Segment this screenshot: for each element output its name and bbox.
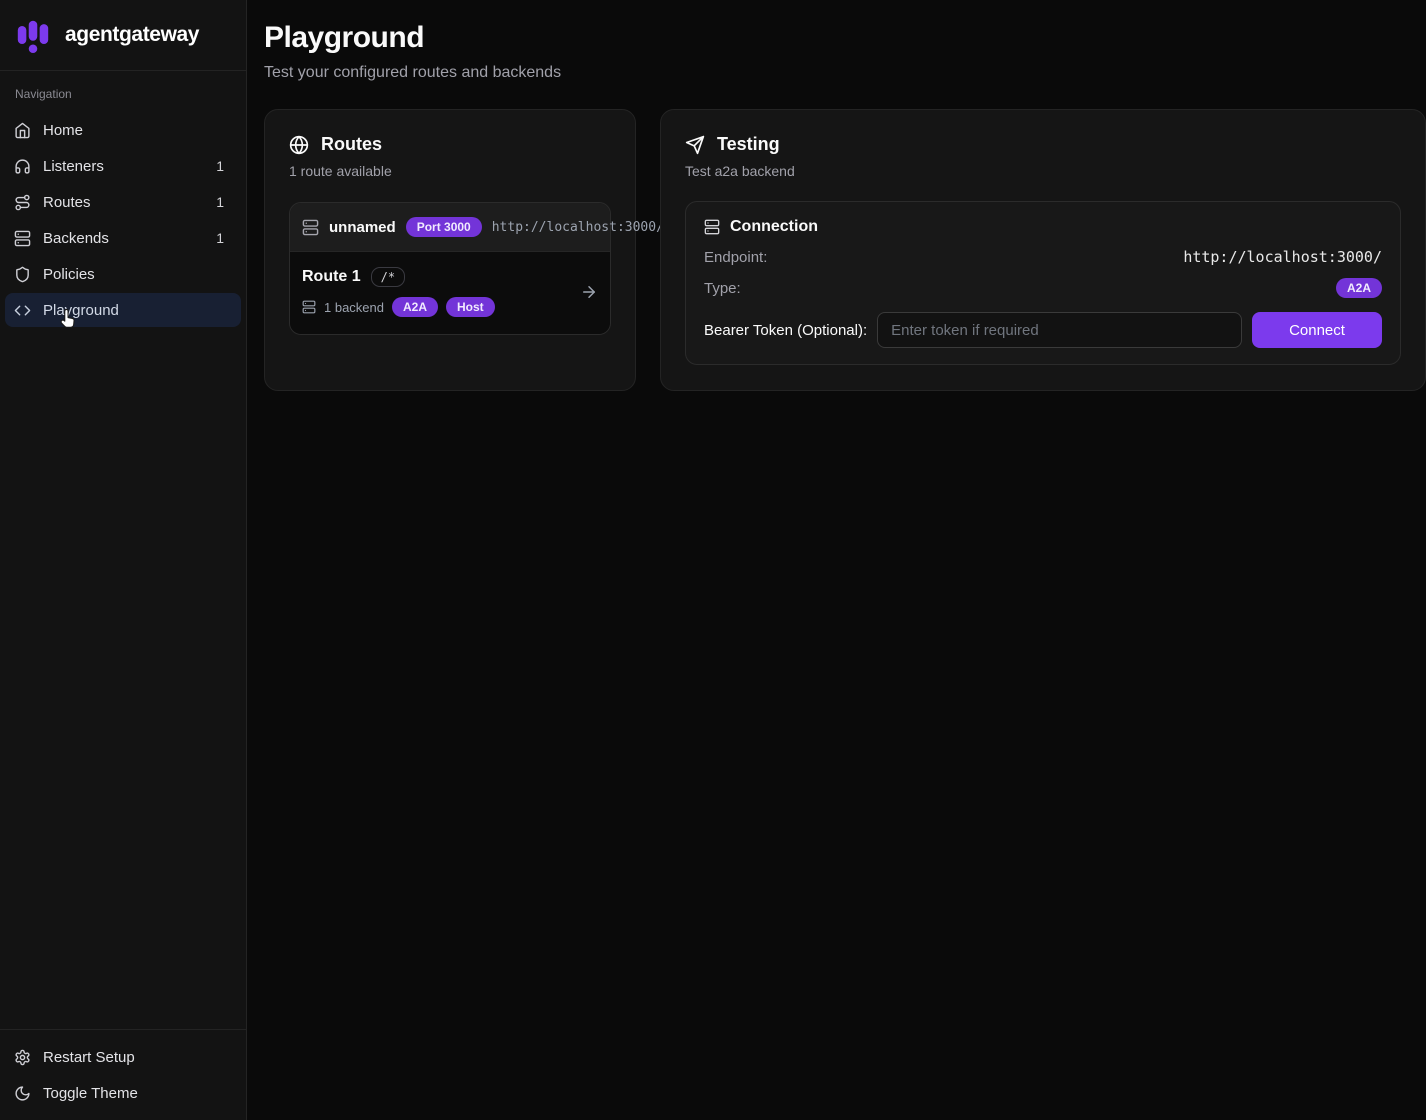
cards-row: Routes 1 route available unnamed Port 30…: [264, 109, 1426, 391]
sidebar-item-backends[interactable]: Backends 1: [5, 221, 241, 255]
sidebar-item-policies[interactable]: Policies: [5, 257, 241, 291]
connection-header: Connection: [704, 218, 1382, 236]
sidebar-item-label: Backends: [43, 230, 109, 247]
bearer-token-row: Bearer Token (Optional): Connect: [704, 312, 1382, 348]
type-row: Type: A2A: [704, 278, 1382, 298]
route-path-badge: /*: [371, 267, 405, 287]
code-icon: [14, 302, 31, 319]
nav-section-label: Navigation: [5, 87, 241, 113]
toggle-theme-button[interactable]: Toggle Theme: [5, 1076, 241, 1110]
sidebar-nav: Navigation Home Listeners 1 Routes 1 Bac…: [0, 71, 246, 1029]
testing-card-subtitle: Test a2a backend: [685, 163, 1401, 179]
send-icon: [685, 135, 705, 155]
endpoint-value: http://localhost:3000/: [1183, 248, 1382, 266]
endpoint-label: Endpoint:: [704, 249, 767, 266]
restart-setup-button[interactable]: Restart Setup: [5, 1040, 241, 1074]
a2a-badge: A2A: [392, 297, 438, 317]
page-title: Playground: [264, 21, 1426, 55]
arrow-right-icon: [580, 283, 598, 301]
toggle-theme-label: Toggle Theme: [43, 1085, 138, 1102]
sidebar-item-label: Home: [43, 122, 83, 139]
page-subtitle: Test your configured routes and backends: [264, 64, 1426, 82]
testing-card: Testing Test a2a backend Connection Endp…: [660, 109, 1426, 391]
sidebar-item-label: Listeners: [43, 158, 104, 175]
sidebar-item-playground[interactable]: Playground: [5, 293, 241, 327]
listener-url: http://localhost:3000/: [492, 220, 664, 235]
host-badge: Host: [446, 297, 495, 317]
listener-group: unnamed Port 3000 http://localhost:3000/…: [289, 202, 611, 335]
listener-name: unnamed: [329, 219, 396, 236]
routes-card-title: Routes: [321, 134, 382, 155]
backends-count-badge: 1: [216, 230, 232, 246]
moon-icon: [14, 1085, 31, 1102]
sidebar-item-home[interactable]: Home: [5, 113, 241, 147]
server-icon: [302, 300, 316, 314]
connect-button[interactable]: Connect: [1252, 312, 1382, 348]
type-label: Type:: [704, 280, 741, 297]
routes-count-badge: 1: [216, 194, 232, 210]
sidebar: agentgateway Navigation Home Listeners 1…: [0, 0, 247, 1120]
home-icon: [14, 122, 31, 139]
route-meta: 1 backend A2A Host: [302, 297, 495, 317]
listeners-count-badge: 1: [216, 158, 232, 174]
routes-card: Routes 1 route available unnamed Port 30…: [264, 109, 636, 391]
sidebar-item-listeners[interactable]: Listeners 1: [5, 149, 241, 183]
route-info: Route 1 /* 1 backend A2A Host: [302, 267, 495, 317]
routes-card-header: Routes: [289, 134, 611, 155]
connection-title: Connection: [730, 218, 818, 236]
sidebar-item-routes[interactable]: Routes 1: [5, 185, 241, 219]
gear-icon: [14, 1049, 31, 1066]
agentgateway-logo-icon: [14, 16, 52, 54]
route-icon: [14, 194, 31, 211]
route-name: Route 1: [302, 268, 361, 286]
sidebar-item-label: Policies: [43, 266, 95, 283]
brand-name: agentgateway: [65, 23, 199, 47]
sidebar-item-label: Playground: [43, 302, 119, 319]
server-icon: [302, 219, 319, 236]
connection-panel: Connection Endpoint: http://localhost:30…: [685, 201, 1401, 365]
globe-icon: [289, 135, 309, 155]
route-row[interactable]: Route 1 /* 1 backend A2A Host: [290, 251, 610, 334]
brand[interactable]: agentgateway: [0, 0, 246, 71]
backend-count: 1 backend: [324, 300, 384, 315]
listener-header: unnamed Port 3000 http://localhost:3000/: [290, 203, 610, 251]
shield-icon: [14, 266, 31, 283]
port-badge: Port 3000: [406, 217, 482, 237]
testing-card-header: Testing: [685, 134, 1401, 155]
routes-card-subtitle: 1 route available: [289, 163, 611, 179]
sidebar-footer: Restart Setup Toggle Theme: [0, 1029, 246, 1120]
type-a2a-badge: A2A: [1336, 278, 1382, 298]
bearer-token-label: Bearer Token (Optional):: [704, 322, 867, 339]
endpoint-row: Endpoint: http://localhost:3000/: [704, 248, 1382, 266]
server-icon: [14, 230, 31, 247]
bearer-token-input[interactable]: [877, 312, 1242, 348]
restart-setup-label: Restart Setup: [43, 1049, 135, 1066]
server-icon: [704, 219, 720, 235]
main-content: Playground Test your configured routes a…: [247, 0, 1426, 1120]
testing-card-title: Testing: [717, 134, 780, 155]
headphones-icon: [14, 158, 31, 175]
sidebar-item-label: Routes: [43, 194, 91, 211]
